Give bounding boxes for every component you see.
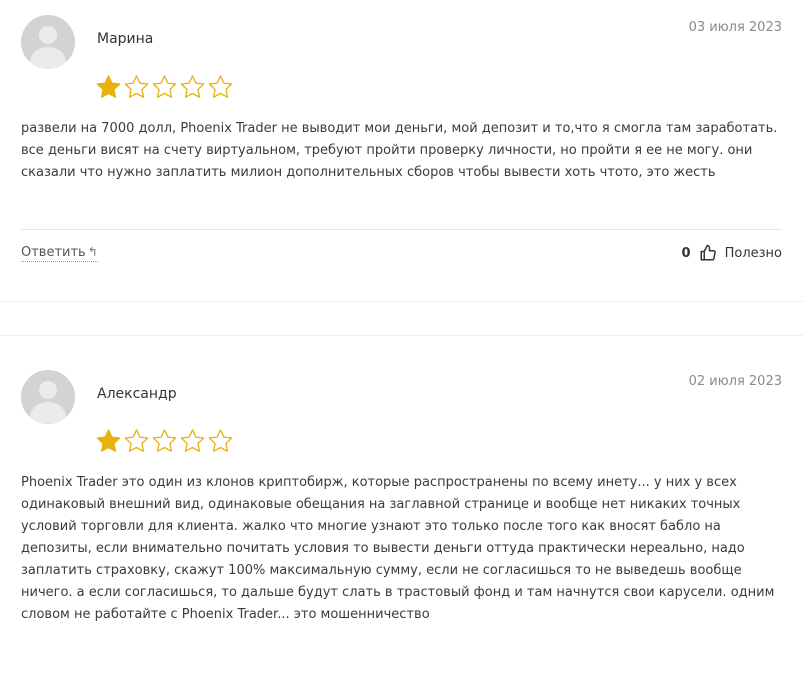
review-divider <box>21 229 782 230</box>
helpful-vote[interactable]: 0 Полезно <box>682 244 782 262</box>
helpful-label: Полезно <box>724 245 782 261</box>
review-date: 03 июля 2023 <box>688 20 782 35</box>
reply-label: Ответить <box>21 245 86 260</box>
review-author: Александр <box>97 386 177 402</box>
star-empty-icon <box>123 74 150 100</box>
star-empty-icon <box>179 74 206 100</box>
star-empty-icon <box>123 428 150 454</box>
section-separator <box>0 335 803 336</box>
star-empty-icon <box>151 74 178 100</box>
helpful-count: 0 <box>681 245 691 261</box>
reply-button[interactable]: Ответить ↰ <box>21 245 98 262</box>
review-card: Марина 03 июля 2023 развели на 7000 долл… <box>0 0 803 300</box>
rating-stars <box>95 428 234 454</box>
star-empty-icon <box>207 74 234 100</box>
thumbs-up-icon[interactable] <box>699 244 717 262</box>
star-empty-icon <box>179 428 206 454</box>
review-card: Александр 02 июля 2023 Phoenix Trader эт… <box>0 355 803 676</box>
review-text: развели на 7000 долл, Phoenix Trader не … <box>21 121 778 180</box>
review-author: Марина <box>97 31 154 47</box>
rating-stars <box>95 74 234 100</box>
star-empty-icon <box>207 428 234 454</box>
review-text: Phoenix Trader это один из клонов крипто… <box>21 475 775 622</box>
star-empty-icon <box>151 428 178 454</box>
section-separator <box>0 301 803 302</box>
review-date: 02 июля 2023 <box>688 374 782 389</box>
star-filled-icon <box>95 428 122 454</box>
user-placeholder-icon <box>21 370 75 424</box>
reply-arrow-icon: ↰ <box>87 245 98 259</box>
star-filled-icon <box>95 74 122 100</box>
user-placeholder-icon <box>21 15 75 69</box>
